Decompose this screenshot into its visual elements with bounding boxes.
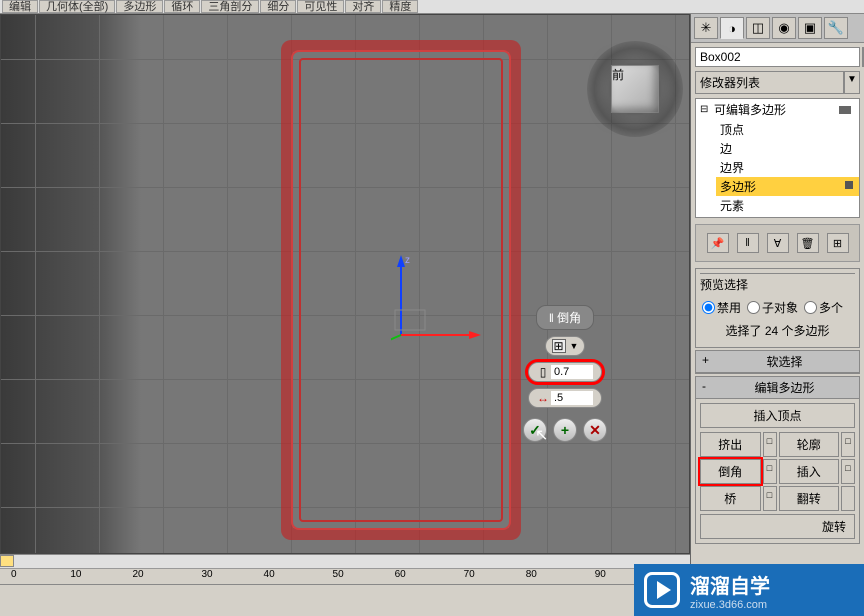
time-ruler: 0 10 20 30 40 50 60 70 80 90 100 <box>0 554 690 584</box>
radio-disable[interactable]: 禁用 <box>702 299 741 316</box>
bridge-button[interactable]: 桥 <box>700 486 761 511</box>
height-icon: ▯ <box>535 365 551 379</box>
bevel-settings-button[interactable]: □ <box>763 459 777 484</box>
inset-settings-button[interactable]: □ <box>841 459 855 484</box>
object-name-row <box>695 47 860 67</box>
soft-selection-rollout[interactable]: +软选择 <box>695 350 860 374</box>
watermark: 溜溜自学 zixue.3d66.com <box>634 564 864 616</box>
stack-polygon[interactable]: 多边形 <box>716 177 859 196</box>
modify-tab[interactable]: ◑ <box>720 17 744 39</box>
grid-icon: ⊞ <box>552 339 566 353</box>
stack-element[interactable]: 元素 <box>716 196 859 215</box>
stack-vertex[interactable]: 顶点 <box>716 120 859 139</box>
pin-stack-button[interactable]: 📌 <box>707 233 729 253</box>
remove-modifier-button[interactable]: 🗑 <box>797 233 819 253</box>
bevel-button[interactable]: 倒角 <box>700 459 761 484</box>
configure-button[interactable]: ⊞ <box>827 233 849 253</box>
preview-header: 预览选择 <box>700 273 855 293</box>
hierarchy-tab[interactable]: ◫ <box>746 17 770 39</box>
caddy-apply-button[interactable]: + <box>553 418 577 442</box>
tab-geometry[interactable]: 几何体(全部) <box>39 0 115 13</box>
caddy-ok-button[interactable]: ✓ <box>523 418 547 442</box>
chevron-down-icon: ▼ <box>844 71 860 94</box>
tab-loop[interactable]: 循环 <box>164 0 200 13</box>
bridge-settings-button[interactable]: □ <box>763 486 777 511</box>
preview-options: 禁用 子对象 多个 <box>700 297 855 318</box>
caddy-cancel-button[interactable]: ✕ <box>583 418 607 442</box>
play-icon <box>644 572 680 608</box>
utilities-tab[interactable]: 🔧 <box>824 17 848 39</box>
object-name-input[interactable] <box>695 47 860 67</box>
stack-edge[interactable]: 边 <box>716 139 859 158</box>
insert-vertex-button[interactable]: 插入顶点 <box>700 403 855 428</box>
watermark-url: zixue.3d66.com <box>690 599 770 611</box>
ruler-thumb[interactable] <box>0 555 14 567</box>
toggle-icon[interactable] <box>839 106 851 114</box>
show-result-button[interactable]: ‖ <box>737 233 759 253</box>
caddy-title: ‖ 倒角 <box>536 305 594 330</box>
create-tab[interactable]: ✳ <box>694 17 718 39</box>
stack-editable-poly[interactable]: ⊟ 可编辑多边形 <box>696 99 859 120</box>
extrude-button[interactable]: 挤出 <box>700 432 761 457</box>
make-unique-button[interactable]: ∀ <box>767 233 789 253</box>
status-bar <box>0 584 634 616</box>
modifier-list-label: 修改器列表 <box>695 71 844 94</box>
display-tab[interactable]: ▣ <box>798 17 822 39</box>
caddy-outline-spinner[interactable]: ↔ <box>528 388 602 408</box>
stack-border[interactable]: 边界 <box>716 158 859 177</box>
motion-tab[interactable]: ◉ <box>772 17 796 39</box>
tab-tri[interactable]: 三角剖分 <box>201 0 259 13</box>
tab-visibility[interactable]: 可见性 <box>297 0 344 13</box>
tab-subdiv[interactable]: 细分 <box>260 0 296 13</box>
modifier-stack[interactable]: ⊟ 可编辑多边形 顶点 边 边界 多边形 元素 <box>695 98 860 218</box>
tab-precision[interactable]: 精度 <box>382 0 418 13</box>
radio-subobject[interactable]: 子对象 <box>747 299 798 316</box>
selected-polygons[interactable] <box>281 40 521 540</box>
stack-toolbar: 📌 ‖ ∀ 🗑 ⊞ <box>695 224 860 262</box>
outline-button[interactable]: 轮廓 <box>779 432 840 457</box>
selection-count: 选择了 24 个多边形 <box>700 318 855 343</box>
panel-tabs: ✳ ◑ ◫ ◉ ▣ 🔧 <box>691 14 864 43</box>
outline-settings-button[interactable]: □ <box>841 432 855 457</box>
top-toolbar: 编辑 几何体(全部) 多边形 循环 三角剖分 细分 可见性 对齐 精度 <box>0 0 864 14</box>
tab-edit[interactable]: 编辑 <box>2 0 38 13</box>
ruler-ticks: 0 10 20 30 40 50 60 70 80 90 100 <box>0 569 690 585</box>
caddy-outline-input[interactable] <box>551 391 593 405</box>
arrows-icon: ↔ <box>535 391 551 405</box>
viewport[interactable]: z y 前 ‖ 倒角 ⊞ ▼ ▯ ↔ ✓ + ✕ ↖ <box>0 14 690 554</box>
watermark-title: 溜溜自学 <box>690 570 770 599</box>
rotate-button[interactable]: 旋转 <box>700 514 855 539</box>
flip-button[interactable]: 翻转 <box>779 486 840 511</box>
caddy-height-input[interactable] <box>551 365 593 379</box>
active-icon <box>845 181 853 189</box>
radio-multi[interactable]: 多个 <box>804 299 843 316</box>
caddy-height-spinner[interactable]: ▯ <box>528 362 602 382</box>
bevel-caddy: ‖ 倒角 ⊞ ▼ ▯ ↔ ✓ + ✕ <box>525 305 605 442</box>
tab-polygon[interactable]: 多边形 <box>116 0 163 13</box>
inset-button[interactable]: 插入 <box>779 459 840 484</box>
caddy-buttons: ✓ + ✕ <box>523 418 607 442</box>
ruler-scrollbar[interactable] <box>0 555 690 569</box>
flip-spacer <box>841 486 855 511</box>
edit-polygons-rollout: -编辑多边形 插入顶点 挤出 □ 轮廓 □ 倒角 □ 插入 □ 桥 □ 翻转 旋… <box>695 376 860 544</box>
modifier-list-dropdown[interactable]: 修改器列表 ▼ <box>695 71 860 94</box>
viewcube[interactable]: 前 <box>611 65 659 113</box>
extrude-settings-button[interactable]: □ <box>763 432 777 457</box>
chevron-down-icon: ▼ <box>570 341 579 351</box>
tab-align[interactable]: 对齐 <box>345 0 381 13</box>
collapse-icon[interactable]: ⊟ <box>700 104 714 115</box>
command-panel: ✳ ◑ ◫ ◉ ▣ 🔧 修改器列表 ▼ ⊟ 可编辑多边形 顶点 边 边界 多边形… <box>690 14 864 616</box>
caddy-type-dropdown[interactable]: ⊞ ▼ <box>545 336 586 356</box>
preview-selection-rollout: 预览选择 禁用 子对象 多个 选择了 24 个多边形 <box>695 268 860 348</box>
